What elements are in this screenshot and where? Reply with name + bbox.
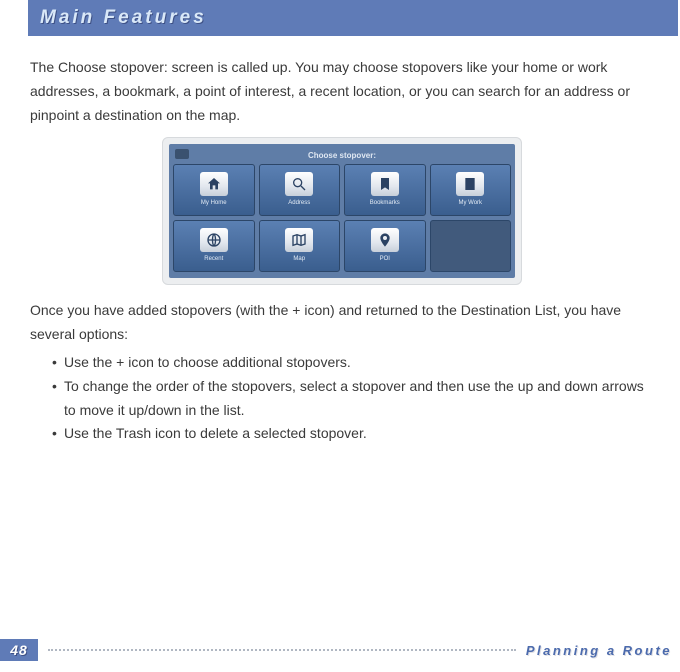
device-tile-grid: My Home Address Bookmarks (173, 164, 511, 272)
tile-address: Address (259, 164, 341, 216)
bookmark-icon (371, 172, 399, 196)
tile-recent: Recent (173, 220, 255, 272)
list-item: • To change the order of the stopovers, … (52, 375, 654, 423)
content-area: The Choose stopover: screen is called up… (30, 56, 654, 446)
page-number: 48 (0, 639, 38, 661)
magnifier-icon (285, 172, 313, 196)
tile-label: Recent (204, 254, 223, 264)
map-icon (285, 228, 313, 252)
list-item: • Use the Trash icon to delete a selecte… (52, 422, 654, 446)
building-icon (456, 172, 484, 196)
list-item: • Use the + icon to choose additional st… (52, 351, 654, 375)
tile-my-home: My Home (173, 164, 255, 216)
tile-my-work: My Work (430, 164, 512, 216)
poi-icon (371, 228, 399, 252)
tile-label: My Home (201, 198, 227, 208)
tile-label: Map (293, 254, 305, 264)
page-title: Main Features (40, 7, 207, 29)
tile-poi: POI (344, 220, 426, 272)
device-screenshot-figure: Choose stopover: My Home Address (162, 137, 522, 285)
home-icon (200, 172, 228, 196)
globe-icon (200, 228, 228, 252)
footer-dotted-rule (48, 649, 516, 651)
tile-map: Map (259, 220, 341, 272)
after-paragraph: Once you have added stopovers (with the … (30, 299, 654, 347)
bullet-text: Use the Trash icon to delete a selected … (64, 422, 367, 446)
bullet-dot: • (52, 351, 64, 375)
footer-section-label: Planning a Route (526, 643, 680, 658)
tile-bookmarks: Bookmarks (344, 164, 426, 216)
bullet-list: • Use the + icon to choose additional st… (52, 351, 654, 446)
header-bar: Main Features (28, 0, 678, 36)
footer: 48 Planning a Route (0, 638, 680, 662)
tile-label: Bookmarks (370, 198, 400, 208)
intro-paragraph: The Choose stopover: screen is called up… (30, 56, 654, 127)
device-title: Choose stopover: (308, 149, 376, 163)
bullet-text: Use the + icon to choose additional stop… (64, 351, 351, 375)
tile-label: POI (380, 254, 390, 264)
device-title-bar: Choose stopover: (173, 148, 511, 162)
bullet-dot: • (52, 375, 64, 423)
bullet-dot: • (52, 422, 64, 446)
device-back-button (175, 149, 189, 159)
tile-empty (430, 220, 512, 272)
tile-label: Address (288, 198, 310, 208)
tile-label: My Work (458, 198, 482, 208)
bullet-text: To change the order of the stopovers, se… (64, 375, 654, 423)
device-screen: Choose stopover: My Home Address (169, 144, 515, 278)
